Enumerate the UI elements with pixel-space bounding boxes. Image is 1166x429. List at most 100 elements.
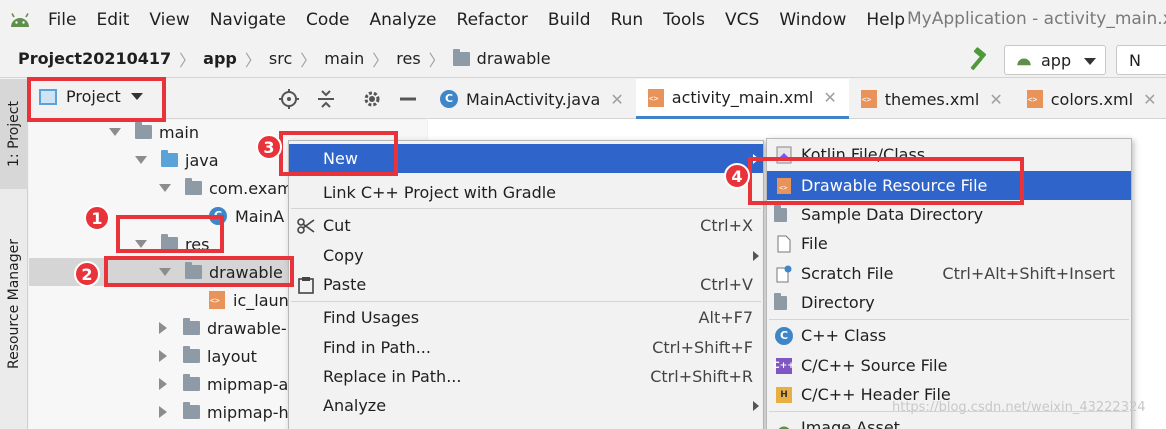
android-studio-logo-icon [0, 0, 40, 40]
sub-item-label: Directory [801, 293, 875, 312]
tool-tab-resource-manager[interactable]: Resource Manager [0, 214, 28, 394]
ctx-item-replace-in-path[interactable]: Replace in Path... Ctrl+Shift+R [289, 362, 763, 391]
chevron-right-icon [159, 378, 167, 390]
tool-tab-project-label: 1: Project [6, 101, 23, 167]
editor-tabs: C MainActivity.java ✕ activity_main.xml … [428, 79, 1166, 119]
chevron-down-icon [1084, 58, 1096, 65]
folder-icon [135, 122, 152, 139]
ctx-item-shortcut: Alt+F7 [698, 308, 753, 327]
menu-file[interactable]: File [48, 10, 76, 30]
folder-icon [774, 292, 794, 313]
ctx-item-label: Link C++ Project with Gradle [323, 183, 557, 202]
breadcrumb-res[interactable]: res [396, 49, 420, 68]
tool-tab-project[interactable]: 1: Project [0, 79, 28, 189]
ctx-item-shortcut: Ctrl+Shift+R [650, 367, 753, 386]
ctx-item-paste[interactable]: Paste Ctrl+V [289, 270, 763, 299]
ctx-item-copy[interactable]: Copy [289, 241, 763, 270]
tree-row-label: MainA [235, 206, 285, 226]
tree-row-label: com.exam [209, 178, 293, 198]
chevron-right-icon: 〉 [179, 50, 196, 70]
breadcrumb-project[interactable]: Project20210417 [18, 49, 171, 68]
menu-run[interactable]: Run [611, 10, 644, 30]
menu-tools[interactable]: Tools [663, 10, 705, 30]
xml-file-icon [209, 291, 225, 309]
tab-themes[interactable]: themes.xml ✕ [849, 79, 1015, 119]
device-select[interactable]: N [1116, 45, 1166, 75]
ctx-item-label: Find in Path... [323, 338, 431, 357]
folder-icon [774, 204, 794, 225]
locate-icon[interactable] [279, 89, 299, 109]
menu-navigate[interactable]: Navigate [210, 10, 286, 30]
menu-divider [291, 301, 761, 302]
close-icon[interactable]: ✕ [989, 90, 1002, 109]
ctx-item-label: Analyze [323, 396, 387, 415]
ctx-item-analyze[interactable]: Analyze [289, 391, 763, 420]
breadcrumb-drawable[interactable]: drawable [452, 48, 551, 68]
sub-item-directory[interactable]: Directory [767, 288, 1131, 317]
tab-mainactivity[interactable]: C MainActivity.java ✕ [428, 79, 636, 119]
menu-analyze[interactable]: Analyze [370, 10, 437, 30]
cpp-header-icon: H [774, 385, 794, 405]
window-title: MyApplication - activity_main.xml [907, 9, 1166, 29]
menu-refactor[interactable]: Refactor [457, 10, 528, 30]
chevron-down-icon [109, 128, 121, 136]
tab-activity-main[interactable]: activity_main.xml ✕ [635, 79, 849, 119]
chevron-right-icon: 〉 [244, 50, 261, 70]
tree-row-label: layout [207, 346, 257, 366]
annotation-box-drawable-resource [748, 157, 1024, 205]
ctx-item-find-in-path[interactable]: Find in Path... Ctrl+Shift+F [289, 333, 763, 362]
ctx-item-link-cpp[interactable]: Link C++ Project with Gradle [289, 178, 763, 207]
menu-build[interactable]: Build [548, 10, 591, 30]
hammer-build-icon[interactable] [964, 47, 990, 73]
cpp-class-icon: C [774, 326, 794, 346]
folder-icon [183, 374, 200, 391]
run-config-label: app [1041, 50, 1072, 70]
close-icon[interactable]: ✕ [1143, 90, 1156, 109]
run-config-select[interactable]: app [1004, 45, 1106, 75]
ctx-item-cut[interactable]: Cut Ctrl+X [289, 211, 763, 240]
breadcrumb-main[interactable]: main [324, 49, 364, 68]
menu-help[interactable]: Help [866, 10, 905, 30]
sub-item-cpp-class[interactable]: C C++ Class [767, 321, 1131, 350]
breadcrumb: Project20210417 〉 app 〉 src 〉 main 〉 res… [0, 40, 1166, 78]
clipboard-icon [296, 275, 316, 295]
collapse-all-icon[interactable] [316, 89, 336, 109]
sub-item-label: Sample Data Directory [801, 205, 984, 224]
image-asset-icon [774, 418, 794, 429]
menu-view[interactable]: View [149, 10, 189, 30]
xml-file-icon [860, 90, 877, 108]
ctx-item-label: Find Usages [323, 308, 420, 327]
close-icon[interactable]: ✕ [823, 88, 836, 107]
folder-icon [183, 346, 200, 363]
annotation-box-project [27, 77, 166, 122]
menu-divider [291, 208, 761, 209]
menu-bar: File Edit View Navigate Code Analyze Ref… [0, 0, 1166, 40]
xml-file-icon [1026, 90, 1043, 108]
sub-item-scratch-file[interactable]: Scratch File Ctrl+Alt+Shift+Insert [767, 259, 1131, 288]
annotation-box-res [116, 215, 224, 253]
close-icon[interactable]: ✕ [610, 90, 623, 109]
menu-window[interactable]: Window [779, 10, 846, 30]
tab-colors[interactable]: colors.xml ✕ [1015, 79, 1166, 119]
step-marker-2: 2 [74, 261, 100, 287]
ctx-item-find-usages[interactable]: Find Usages Alt+F7 [289, 303, 763, 332]
sub-item-image-asset[interactable]: Image Asset [767, 413, 1131, 429]
gear-icon[interactable] [362, 89, 382, 109]
menu-vcs[interactable]: VCS [725, 10, 759, 30]
file-icon [774, 234, 794, 254]
watermark: https://blog.csdn.net/weixin_43222324 [892, 400, 1146, 415]
tool-tab-resource-label: Resource Manager [6, 238, 22, 370]
menu-edit[interactable]: Edit [96, 10, 129, 30]
ctx-item-label: Cut [323, 216, 351, 235]
sub-item-cpp-source[interactable]: C++ C/C++ Source File [767, 351, 1131, 380]
breadcrumb-app[interactable]: app [203, 49, 237, 68]
menu-code[interactable]: Code [306, 10, 350, 30]
breadcrumb-src[interactable]: src [269, 49, 292, 68]
tree-row-label: mipmap-a [207, 374, 289, 394]
minimize-icon[interactable] [398, 89, 418, 109]
sub-item-file[interactable]: File [767, 229, 1131, 258]
sub-item-label: Image Asset [801, 418, 900, 429]
ctx-item-label: Copy [323, 246, 364, 265]
folder-icon [183, 318, 200, 335]
ctx-item-label: Replace in Path... [323, 367, 462, 386]
